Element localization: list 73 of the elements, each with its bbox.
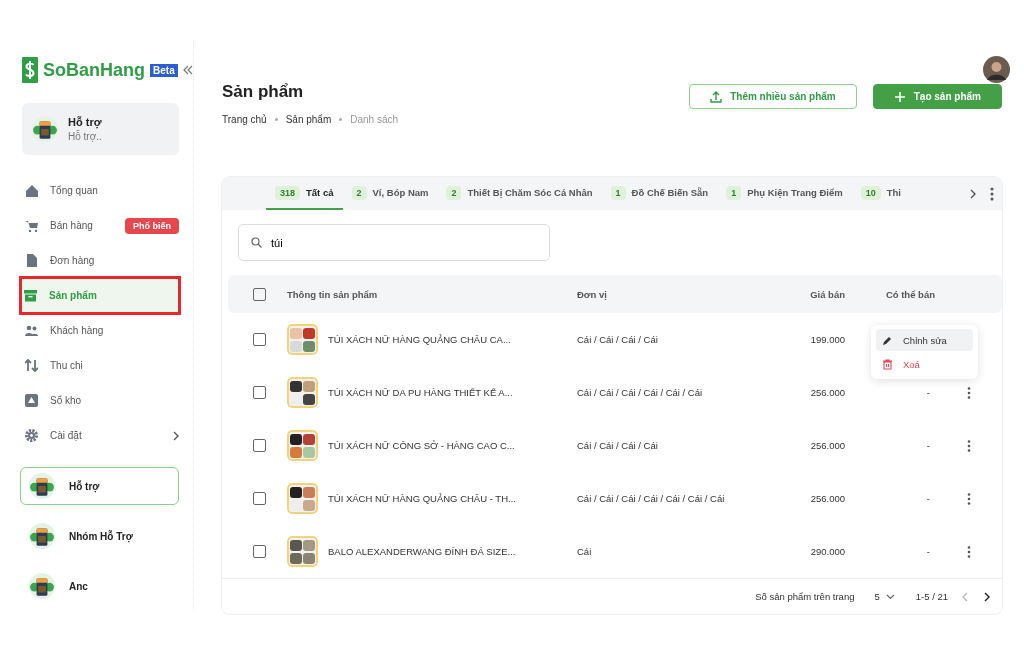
menu-item[interactable]: Chỉnh sửa bbox=[876, 329, 973, 351]
count-badge: 1 bbox=[610, 185, 626, 200]
price-cell-text: 290.000 bbox=[809, 545, 846, 559]
store-name: Hỗ trợ bbox=[68, 116, 102, 128]
availability-cell: - bbox=[926, 493, 930, 504]
breadcrumb: Danh sách bbox=[350, 114, 399, 125]
store-name: Hỗ trợ bbox=[69, 480, 100, 492]
product-name[interactable]: TÚI XÁCH NỮ DA PU HÀNG THIẾT KẾ A... bbox=[328, 387, 513, 398]
count-badge: 318 bbox=[275, 185, 301, 200]
category-tab[interactable]: 318 Tất cả bbox=[266, 177, 343, 210]
breadcrumb[interactable]: Sản phẩm bbox=[285, 114, 332, 125]
column-header: Thông tin sản phẩm bbox=[286, 275, 576, 313]
unit-cell-text: Cái / Cái / Cái / Cái / Cái / Cái / Cái bbox=[576, 492, 726, 506]
product-name[interactable]: TÚI XÁCH NỮ HÀNG QUẢNG CHÂU CA... bbox=[328, 334, 511, 345]
nav-label: Sổ kho bbox=[50, 395, 82, 406]
price-cell-text: 256.000 bbox=[809, 492, 846, 506]
store-card[interactable]: Hỗ trợ Hỗ trợ.. bbox=[22, 103, 179, 155]
store-item[interactable]: Nhóm Hỗ Trợ bbox=[20, 517, 179, 555]
sidebar-item[interactable]: Tổng quan bbox=[22, 173, 179, 208]
nav-label: Cài đặt bbox=[50, 430, 82, 441]
sidebar-item[interactable]: Khách hàng bbox=[22, 313, 179, 348]
nav-label: Đơn hàng bbox=[50, 255, 95, 266]
price-cell-text: 256.000 bbox=[809, 386, 846, 400]
category-tab[interactable]: 1 Đồ Chế Biến Sẵn bbox=[601, 177, 718, 210]
nav-label: Thu chi bbox=[50, 360, 83, 371]
product-name[interactable]: TÚI XÁCH NỮ CÔNG SỞ - HÀNG CAO C... bbox=[328, 440, 515, 451]
beta-badge: Beta bbox=[150, 63, 178, 77]
page-title: Sản phẩm bbox=[222, 82, 305, 102]
price-cell: 199.000 bbox=[786, 313, 846, 366]
popular-badge: Phổ biến bbox=[125, 217, 179, 234]
store-item[interactable]: Anc bbox=[20, 567, 179, 605]
per-page-label: Số sản phẩm trên trang bbox=[755, 591, 855, 602]
product-name[interactable]: BALO ALEXANDERWANG ĐÍNH ĐÁ SIZE... bbox=[328, 546, 516, 557]
category-tab[interactable]: 2 Ví, Bóp Nam bbox=[342, 177, 438, 210]
nav-label: Bán hàng bbox=[50, 220, 93, 231]
unit-cell: Cái / Cái / Cái / Cái bbox=[576, 313, 786, 366]
store-subtitle: Hỗ trợ.. bbox=[68, 131, 102, 142]
logo-text: SoBanHang bbox=[43, 59, 145, 81]
unit-cell-text: Cái / Cái / Cái / Cái / Cái / Cái bbox=[576, 386, 704, 400]
store-item[interactable]: Hỗ trợ bbox=[20, 467, 179, 505]
availability-cell: - bbox=[926, 546, 930, 557]
category-tab[interactable]: 10 Thi bbox=[851, 177, 910, 210]
category-tab[interactable]: 2 Thiết Bị Chăm Sóc Cá Nhân bbox=[437, 177, 602, 210]
count-badge: 10 bbox=[860, 185, 881, 200]
store-name: Anc bbox=[69, 580, 88, 592]
sidebar-item[interactable]: Thu chi bbox=[22, 348, 179, 383]
nav-label: Tổng quan bbox=[50, 185, 98, 196]
count-badge: 1 bbox=[726, 185, 742, 200]
column-header: Giá bán bbox=[786, 275, 846, 313]
unit-cell-text: Cái / Cái / Cái / Cái bbox=[576, 439, 659, 453]
count-badge: 2 bbox=[446, 185, 462, 200]
availability-cell: - bbox=[926, 387, 930, 398]
sidebar-item[interactable]: Cài đặt bbox=[22, 418, 179, 453]
count-badge: 2 bbox=[351, 185, 367, 200]
breadcrumb[interactable]: Trang chủ bbox=[222, 114, 267, 125]
column-header: Có thể bán bbox=[846, 275, 936, 313]
sidebar-item[interactable]: Sổ kho bbox=[22, 383, 179, 418]
column-header: Đơn vị bbox=[576, 275, 786, 313]
menu-item[interactable]: Xoá bbox=[876, 353, 973, 375]
search-field[interactable]: túi bbox=[238, 224, 550, 261]
store-name: Nhóm Hỗ Trợ bbox=[69, 530, 133, 542]
nav-label: Sản phẩm bbox=[49, 290, 97, 301]
page-range: 1-5 / 21 bbox=[915, 591, 948, 602]
sidebar-item[interactable]: Bán hàng Phổ biến bbox=[22, 208, 179, 243]
category-tab[interactable]: 1 Phụ Kiện Trang Điểm bbox=[717, 177, 852, 210]
price-cell-text: 256.000 bbox=[809, 439, 846, 453]
unit-cell-text: Cái bbox=[576, 545, 593, 559]
availability-cell: - bbox=[926, 440, 930, 451]
per-page-dropdown[interactable]: 5 bbox=[868, 590, 902, 603]
upload-button[interactable]: Thêm nhiều sản phẩm bbox=[689, 84, 857, 109]
product-name[interactable]: TÚI XÁCH NỮ HÀNG QUẢNG CHÂU - TH... bbox=[328, 493, 516, 504]
nav-label: Khách hàng bbox=[50, 325, 104, 336]
sidebar-item[interactable]: Đơn hàng bbox=[22, 243, 179, 278]
